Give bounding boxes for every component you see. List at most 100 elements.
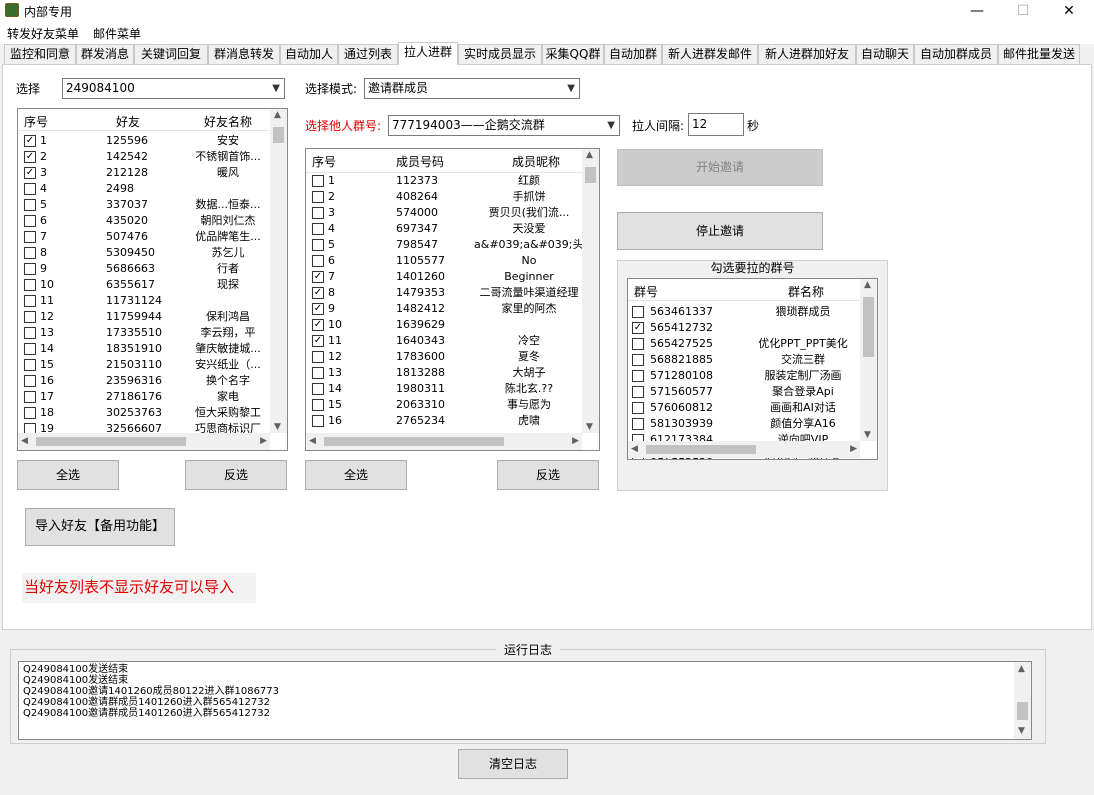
group-row-checkbox[interactable] — [632, 402, 644, 414]
group-hscrollbar[interactable]: ◀ ▶ — [628, 441, 860, 458]
friend-row-checkbox[interactable] — [24, 343, 36, 355]
friend-row-checkbox[interactable] — [24, 199, 36, 211]
friend-row-checkbox[interactable]: ✓ — [24, 167, 36, 179]
member-row[interactable]: 15 2063310 事与愿为 — [306, 397, 599, 413]
friend-row-checkbox[interactable] — [24, 375, 36, 387]
member-vscrollbar[interactable]: ▲ ▼ — [582, 149, 599, 433]
members-select-all-button[interactable]: 全选 — [305, 460, 407, 490]
friend-row-checkbox[interactable] — [24, 231, 36, 243]
member-row-checkbox[interactable] — [312, 415, 324, 427]
member-row[interactable]: 1 112373 红颜 — [306, 173, 599, 189]
group-row[interactable]: 568821885 交流三群 — [628, 352, 877, 368]
close-button[interactable]: ✕ — [1046, 0, 1092, 22]
tab-5[interactable]: 通过列表 — [338, 44, 398, 64]
member-row-checkbox[interactable] — [312, 351, 324, 363]
member-row[interactable]: 6 1105577 No — [306, 253, 599, 269]
friend-row-checkbox[interactable] — [24, 407, 36, 419]
friend-vscroll-thumb[interactable] — [273, 127, 284, 143]
tab-10[interactable]: 新人进群发邮件 — [662, 44, 758, 64]
group-row-checkbox[interactable] — [632, 338, 644, 350]
stop-invite-button[interactable]: 停止邀请 — [617, 212, 823, 250]
friend-row[interactable]: 13 17335510 李云翔，平 — [18, 325, 287, 341]
tab-8[interactable]: 采集QQ群 — [542, 44, 604, 64]
menu-forward-friends[interactable]: 转发好友菜单 — [7, 25, 79, 42]
friend-row[interactable]: 17 27186176 家电 — [18, 389, 287, 405]
interval-input[interactable]: 12 — [688, 113, 744, 136]
tab-0[interactable]: 监控和同意 — [4, 44, 76, 64]
friend-scroll-right-icon[interactable]: ▶ — [260, 436, 267, 446]
account-select[interactable]: 249084100 ▼ — [62, 78, 285, 99]
group-scroll-right-icon[interactable]: ▶ — [850, 444, 857, 454]
group-header-col[interactable]: 群号 — [634, 283, 658, 300]
mode-select[interactable]: 邀请群成员 ▼ — [364, 78, 580, 99]
member-row[interactable]: ✓ 7 1401260 Beginner — [306, 269, 599, 285]
member-row[interactable]: 3 574000 贾贝贝(我们流... — [306, 205, 599, 221]
friend-row-checkbox[interactable] — [24, 359, 36, 371]
member-row-checkbox[interactable] — [312, 191, 324, 203]
member-header-col[interactable]: 序号 — [312, 153, 336, 170]
friend-row-checkbox[interactable] — [24, 327, 36, 339]
friend-header-col[interactable]: 好友 — [116, 113, 140, 130]
friend-row[interactable]: 4 2498 — [18, 181, 287, 197]
member-vscroll-thumb[interactable] — [585, 167, 596, 183]
member-row-checkbox[interactable] — [312, 383, 324, 395]
member-row-checkbox[interactable] — [312, 223, 324, 235]
friend-row[interactable]: 14 18351910 肇庆敏捷城... — [18, 341, 287, 357]
member-row[interactable]: 5 798547 a&#039;a&#039;头... — [306, 237, 599, 253]
tab-2[interactable]: 关键词回复 — [134, 44, 208, 64]
tab-3[interactable]: 群消息转发 — [208, 44, 280, 64]
friends-list[interactable]: 序号 好友 好友名称 ✓ 1 125596 安安 ✓ 2 142542 不锈钢首饰... ✓ 3 2121… — [17, 108, 288, 451]
member-row-checkbox[interactable] — [312, 239, 324, 251]
members-list[interactable]: 序号 成员号码 成员昵称 1 112373 红颜 2 408264 手抓饼 3 574000 贾贝贝(… — [305, 148, 600, 451]
friend-hscroll-thumb[interactable] — [36, 437, 186, 446]
clear-log-button[interactable]: 清空日志 — [458, 749, 568, 779]
member-row-checkbox[interactable] — [312, 367, 324, 379]
log-vscroll-thumb[interactable] — [1017, 702, 1028, 720]
group-header-col[interactable]: 群名称 — [788, 283, 824, 300]
group-hscroll-thumb[interactable] — [646, 445, 756, 454]
friend-row-checkbox[interactable] — [24, 215, 36, 227]
group-scroll-left-icon[interactable]: ◀ — [631, 444, 638, 454]
friend-row[interactable]: 7 507476 优品牌笔生... — [18, 229, 287, 245]
friend-row-checkbox[interactable] — [24, 391, 36, 403]
member-scroll-up-icon[interactable]: ▲ — [586, 150, 593, 160]
log-textbox[interactable]: Q249084100发送结束 Q249084100发送结束 Q249084100邀请… — [18, 661, 1032, 740]
group-row[interactable]: 571280108 服装定制厂汤画 — [628, 368, 877, 384]
member-row-checkbox[interactable] — [312, 255, 324, 267]
friend-row[interactable]: 18 30253763 恒大采购黎工 — [18, 405, 287, 421]
friend-row[interactable]: 6 435020 朝阳刘仁杰 — [18, 213, 287, 229]
members-invert-button[interactable]: 反选 — [497, 460, 599, 490]
member-row-checkbox[interactable]: ✓ — [312, 303, 324, 315]
group-row[interactable]: 571560577 聚合登录Api — [628, 384, 877, 400]
group-row-checkbox[interactable] — [632, 418, 644, 430]
group-row-checkbox[interactable] — [632, 354, 644, 366]
friends-select-all-button[interactable]: 全选 — [17, 460, 119, 490]
friend-row-checkbox[interactable] — [24, 247, 36, 259]
friend-row-checkbox[interactable]: ✓ — [24, 151, 36, 163]
tab-4[interactable]: 自动加人 — [280, 44, 338, 64]
member-row[interactable]: ✓ 9 1482412 家里的阿杰 — [306, 301, 599, 317]
tab-13[interactable]: 自动加群成员 — [914, 44, 998, 64]
friend-row[interactable]: 8 5309450 苏乞儿 — [18, 245, 287, 261]
member-scroll-down-icon[interactable]: ▼ — [586, 422, 593, 432]
group-scroll-down-icon[interactable]: ▼ — [864, 430, 871, 440]
member-scroll-right-icon[interactable]: ▶ — [572, 436, 579, 446]
friend-row[interactable]: 5 337037 数据...恒泰... — [18, 197, 287, 213]
group-row-checkbox[interactable] — [632, 306, 644, 318]
member-header-col[interactable]: 成员号码 — [396, 153, 444, 170]
friend-row-checkbox[interactable]: ✓ — [24, 135, 36, 147]
import-friends-button[interactable]: 导入好友【备用功能】 — [25, 508, 175, 546]
tab-6[interactable]: 拉人进群 — [398, 42, 458, 65]
friend-scroll-left-icon[interactable]: ◀ — [21, 436, 28, 446]
member-row-checkbox[interactable] — [312, 175, 324, 187]
group-row-checkbox[interactable] — [632, 370, 644, 382]
log-scroll-down-icon[interactable]: ▼ — [1018, 726, 1025, 737]
friend-row-checkbox[interactable] — [24, 311, 36, 323]
log-scroll-up-icon[interactable]: ▲ — [1018, 664, 1025, 675]
member-hscrollbar[interactable]: ◀ ▶ — [306, 433, 582, 450]
member-row-checkbox[interactable]: ✓ — [312, 271, 324, 283]
group-vscroll-thumb[interactable] — [863, 297, 874, 357]
group-row[interactable]: ✓ 565412732 — [628, 320, 877, 336]
group-row[interactable]: 563461337 猥琐群成员 — [628, 304, 877, 320]
tab-1[interactable]: 群发消息 — [76, 44, 134, 64]
